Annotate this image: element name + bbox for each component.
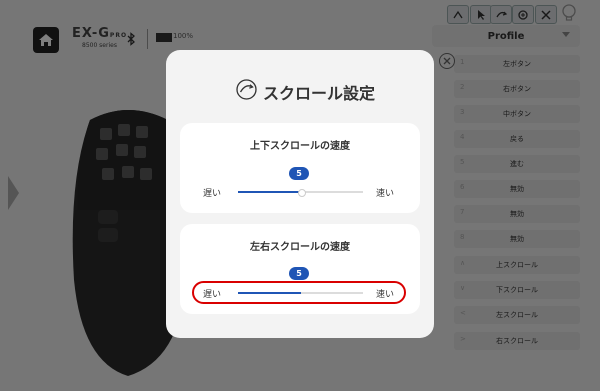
- vertical-slow-label: 遅い: [203, 189, 222, 199]
- vertical-scroll-card: 上下スクロールの速度 5 遅い 速い: [180, 123, 420, 213]
- close-icon: [443, 57, 451, 65]
- horizontal-scroll-title: 左右スクロールの速度: [250, 242, 350, 253]
- vertical-slider-fill: [238, 191, 301, 193]
- dialog-title: スクロール設定: [263, 84, 376, 103]
- vertical-fast-label: 速い: [376, 189, 395, 199]
- vertical-scroll-title: 上下スクロールの速度: [250, 141, 350, 152]
- vertical-slider-thumb[interactable]: [298, 189, 306, 197]
- vertical-speed-slider[interactable]: [238, 189, 363, 197]
- scroll-settings-icon: [236, 79, 257, 100]
- highlight-outline: [192, 281, 406, 304]
- horizontal-speed-badge: 5: [289, 267, 309, 280]
- dialog-close-button[interactable]: [439, 53, 455, 69]
- vertical-speed-badge: 5: [289, 167, 309, 180]
